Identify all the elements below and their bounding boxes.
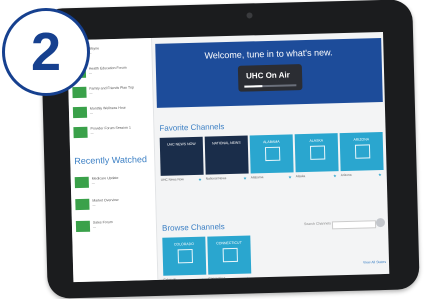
step-number: 2 [30,22,62,82]
tile-caption: National News [205,176,227,181]
channel-tile[interactable]: CONNECTICUT Connecticut ☆ [207,235,252,281]
camera-icon [246,12,253,19]
favorite-star-icon[interactable]: ★ [333,173,337,178]
thumbnail [72,106,88,119]
tile-label: ALABAMA [262,139,280,145]
recently-watched-title: Recently Watched [74,154,148,167]
state-map-icon [354,144,371,159]
hero-banner: Welcome, tune in to what's new. UHC On A… [155,38,383,108]
favorite-star-icon[interactable]: ★ [288,174,292,179]
channel-tile[interactable]: ARIZONA Arizona ★ [339,131,384,177]
state-map-icon [177,249,193,264]
list-item[interactable]: Monthly Wellness Hour — [72,104,149,120]
media-player[interactable]: UHC On Air [237,64,303,92]
progress-fill [244,85,263,88]
tile-label: CONNECTICUT [216,240,242,246]
uhc-on-air-logo: UHC On Air [245,70,290,81]
favorite-star-icon[interactable]: ★ [198,177,202,182]
item-title: Monthly Wellness Hour [89,105,126,111]
item-meta: — [91,181,95,186]
progress-bar[interactable] [244,84,297,88]
thumbnail [72,86,87,99]
tile-label: ALASKA [309,138,324,143]
view-all-states-link[interactable]: View All States [363,260,386,265]
step-number-badge: 2 [2,8,90,96]
item-meta: — [92,225,97,230]
state-map-icon [309,145,326,160]
item-title: Family and Friends Plan Trip [89,85,134,91]
tile-caption: Colorado [163,277,177,282]
tile-label: COLORADO [173,241,195,247]
favorite-star-icon[interactable]: ★ [378,172,382,177]
item-title: Sales Forum [92,220,113,225]
welcome-heading: Welcome, tune in to what's new. [204,47,333,61]
channel-tile[interactable]: ALABAMA Alabama ★ [249,134,294,179]
item-meta: — [90,131,94,136]
tile-caption: Alaska [295,174,306,179]
favorite-channels-title: Favorite Channels [159,122,225,133]
browse-channels-title: Browse Channels [161,222,225,233]
thumbnail [74,176,89,189]
item-title: Health Education Forum [88,65,127,71]
list-item[interactable]: Family and Friends Plan Trip — [72,84,148,100]
search-channels-input[interactable] [331,220,377,230]
tablet-device: Wayne— Health Education Forum— Family an… [40,0,420,299]
list-item[interactable]: Market Overview — [75,196,151,212]
favorite-star-icon[interactable]: ☆ [201,277,205,282]
item-meta: — [89,91,93,96]
tile-label: UHC NEWS NOW [167,141,196,147]
tile-label: NATIONAL NEWS [211,140,241,146]
search-label: Search Channels [303,221,331,227]
item-title: Provider Forum Session 1 [90,125,131,131]
tile-caption: Alabama [250,175,264,180]
channel-tile[interactable]: COLORADO Colorado ☆ [162,236,207,282]
item-meta: — [89,111,94,116]
channel-tile[interactable]: NATIONAL NEWS National News ★ [204,135,249,181]
thumbnail [75,198,90,211]
app-screen: Wayne— Health Education Forum— Family an… [67,31,390,283]
item-meta: — [92,203,96,208]
thumbnail [75,220,91,233]
search-button[interactable] [375,217,386,228]
favorite-star-icon[interactable]: ★ [243,176,247,181]
tile-caption: Connecticut [208,276,226,281]
tile-caption: UHC News Now [160,177,184,182]
channel-tile[interactable]: UHC NEWS NOW UHC News Now ★ [159,136,204,182]
tile-caption: Arizona [340,172,352,178]
item-meta: — [88,71,93,76]
state-map-icon [222,247,238,263]
item-title: Market Overview [92,197,119,203]
list-item[interactable]: Sales Forum — [75,218,152,234]
list-item[interactable]: Provider Forum Session 1— [73,124,149,140]
item-title: Medicare Update [91,175,119,181]
channel-tile[interactable]: ALASKA Alaska ★ [294,133,339,178]
tile-label: ARIZONA [353,137,370,142]
state-map-icon [264,146,281,162]
favorite-star-icon[interactable]: ☆ [246,276,250,281]
list-item[interactable]: Medicare Update — [74,174,151,190]
thumbnail [73,126,88,139]
